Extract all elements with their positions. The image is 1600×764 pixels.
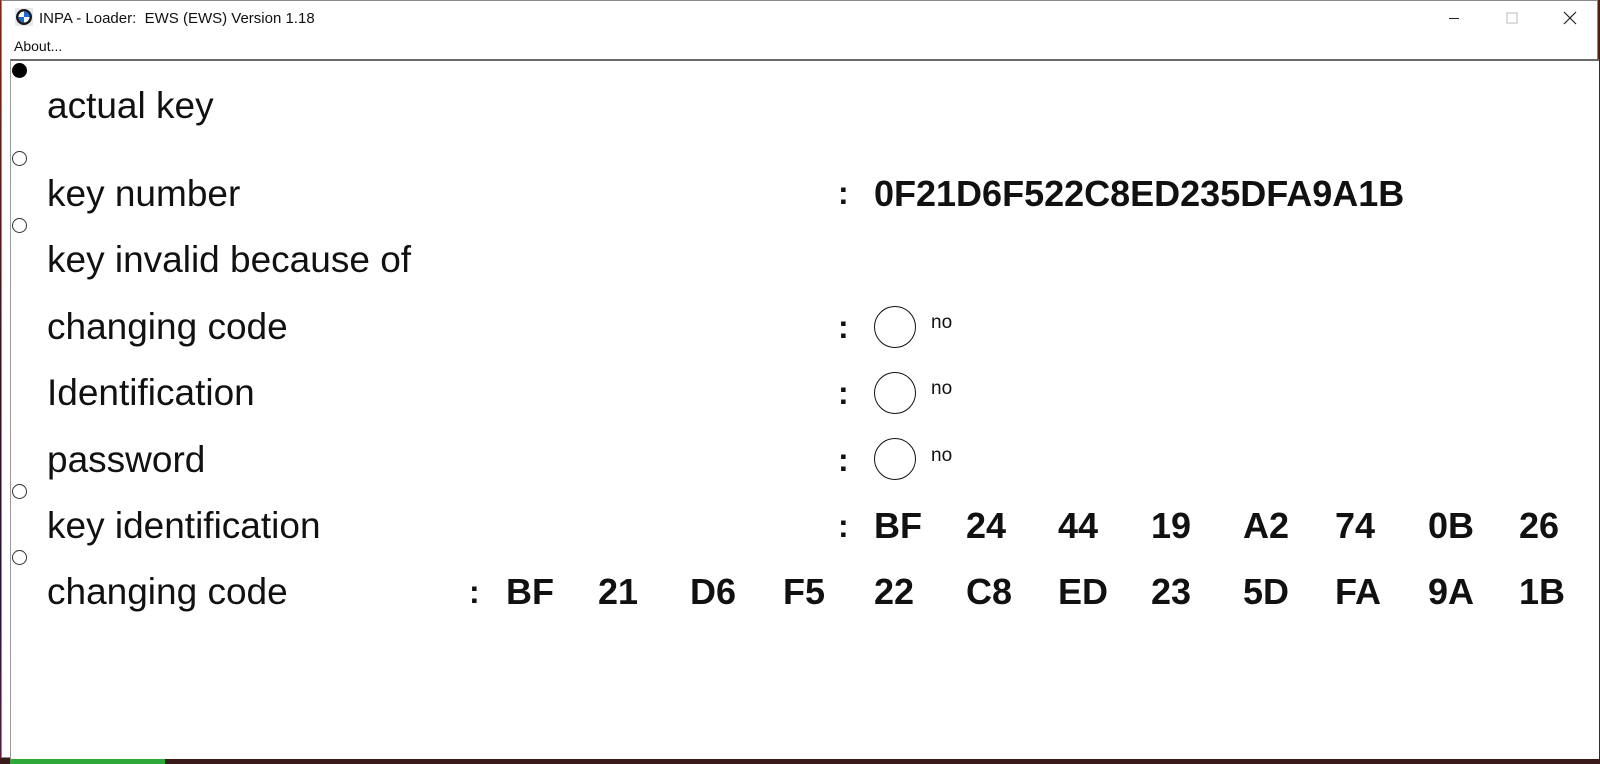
changing-code-byte: 1B (1519, 571, 1566, 612)
password-indicator (874, 438, 916, 480)
changing-code-byte: 23 (1151, 571, 1192, 612)
identification-separator: : (838, 375, 849, 411)
changing-code-byte: FA (1335, 571, 1382, 612)
changing-code-byte: 5D (1243, 571, 1290, 612)
key-number-separator: : (838, 175, 849, 211)
changing-code-byte: ED (1058, 571, 1109, 612)
minimize-button[interactable] (1425, 1, 1483, 35)
key-id-byte: 74 (1335, 505, 1376, 546)
changing-code-bytes-separator: : (469, 574, 480, 610)
row-marker-key-number[interactable] (12, 151, 27, 166)
changing-code-bytes-label: changing code (47, 571, 288, 612)
key-id-byte: 26 (1519, 505, 1560, 546)
changing-code-byte: 9A (1428, 571, 1475, 612)
close-icon (1563, 11, 1577, 25)
changing-code-state: no (931, 312, 953, 333)
title-bar[interactable]: INPA - Loader: EWS (EWS) Version 1.18 (2, 1, 1597, 35)
app-window: INPA - Loader: EWS (EWS) Version 1.18 Ab… (1, 0, 1599, 759)
row-marker-key-identification[interactable] (12, 484, 27, 499)
row-marker-actual-key[interactable] (12, 63, 27, 78)
key-identification-label: key identification (47, 505, 321, 546)
password-separator: : (838, 442, 849, 478)
key-id-byte: BF (874, 505, 922, 546)
main-panel: actual key key number : 0F21D6F522C8ED23… (10, 59, 1599, 759)
changing-code-byte: 22 (874, 571, 915, 612)
menu-bar: About... (2, 35, 1597, 59)
changing-code-byte: 21 (598, 571, 639, 612)
key-id-byte: 24 (966, 505, 1007, 546)
maximize-icon (1506, 12, 1518, 24)
key-identification-separator: : (838, 508, 849, 544)
changing-code-label: changing code (47, 306, 288, 347)
identification-indicator (874, 372, 916, 414)
changing-code-separator: : (838, 309, 849, 345)
changing-code-indicator (874, 306, 916, 348)
changing-code-byte: BF (506, 571, 554, 612)
row-marker-changing-code-bytes[interactable] (12, 550, 27, 565)
key-id-byte: 0B (1428, 505, 1475, 546)
minimize-icon (1449, 18, 1459, 19)
key-id-byte: 44 (1058, 505, 1099, 546)
identification-state: no (931, 378, 953, 399)
bmw-logo-icon (15, 8, 33, 26)
changing-code-byte: F5 (783, 571, 826, 612)
changing-code-byte: D6 (690, 571, 737, 612)
key-id-byte: 19 (1151, 505, 1192, 546)
close-button[interactable] (1541, 1, 1599, 35)
window-title: INPA - Loader: EWS (EWS) Version 1.18 (39, 10, 315, 27)
row-marker-key-invalid[interactable] (12, 218, 27, 233)
key-id-byte: A2 (1243, 505, 1290, 546)
key-number-value: 0F21D6F522C8ED235DFA9A1B (874, 173, 1405, 214)
password-label: password (47, 439, 206, 480)
maximize-button[interactable] (1483, 1, 1541, 35)
key-invalid-heading: key invalid because of (47, 239, 412, 280)
identification-label: Identification (47, 372, 255, 413)
key-number-label: key number (47, 173, 241, 214)
actual-key-heading: actual key (47, 85, 214, 126)
changing-code-byte: C8 (966, 571, 1013, 612)
password-state: no (931, 445, 953, 466)
menu-about[interactable]: About... (14, 38, 62, 54)
